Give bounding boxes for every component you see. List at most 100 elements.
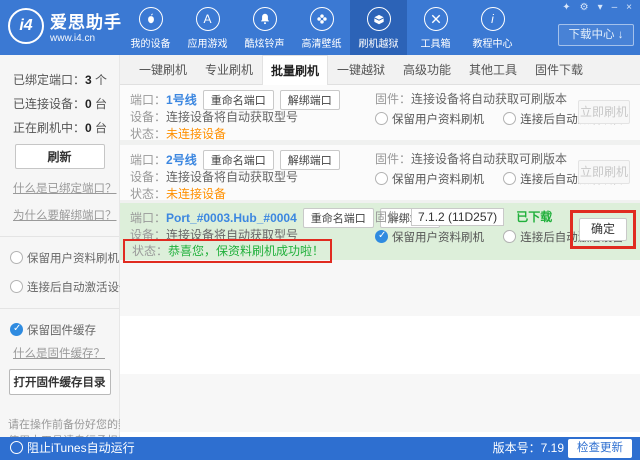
empty-port-slot (120, 260, 640, 316)
port-name: 2号线 (166, 153, 197, 167)
radio-icon[interactable] (375, 230, 388, 243)
sidebar-option-keep-data[interactable]: 保留用户资料刷机 (10, 250, 119, 266)
nav-label: 刷机越狱 (350, 35, 407, 50)
port-row-3-success: 端口：Port_#0003.Hub_#0004重命名端口解绑端口 设备：连接设备… (120, 203, 640, 260)
port-name: 1号线 (166, 93, 197, 107)
nav-label: 应用游戏 (179, 35, 236, 50)
firmware-version-box: 7.1.2 (11D257) (411, 208, 504, 226)
skin-icon[interactable]: ✦ (562, 2, 570, 14)
stat-flashing: 正在刷机中：0 台 (13, 119, 119, 136)
nav-label: 教程中心 (464, 35, 521, 50)
tab-advanced[interactable]: 高级功能 (394, 55, 460, 85)
tab-batch-flash[interactable]: 批量刷机 (262, 55, 328, 85)
statusbar: 阻止iTunes自动运行 版本号：7.19 检查更新 (0, 437, 640, 460)
nav-item-toolbox[interactable]: 工具箱 (407, 0, 464, 55)
radio-icon[interactable] (10, 441, 23, 454)
minimize-icon[interactable]: – (612, 2, 618, 14)
version-label: 版本号：7.19 (493, 437, 564, 460)
open-firmware-cache-button[interactable]: 打开固件缓存目录 (9, 369, 111, 395)
sidebar-divider (0, 236, 119, 237)
status-highlight-box: 状态：恭喜您，保资料刷机成功啦！ (123, 239, 332, 263)
sidebar: 已绑定端口：3 个 已连接设备：0 台 正在刷机中：0 台 刷新 什么是已绑定端… (0, 55, 120, 437)
rename-port-button[interactable]: 重命名端口 (203, 150, 274, 170)
tab-one-click-jailbreak[interactable]: 一键越狱 (328, 55, 394, 85)
stat-connected-devices: 已连接设备：0 台 (13, 95, 119, 112)
nav-item-my-devices[interactable]: 我的设备 (122, 0, 179, 55)
nav-item-flash-jailbreak[interactable]: 刷机越狱 (350, 0, 407, 55)
rename-port-button[interactable]: 重命名端口 (203, 90, 274, 110)
main-nav: 我的设备 A 应用游戏 酷炫铃声 高清壁纸 (122, 0, 521, 55)
help-link-unbind-ports[interactable]: 为什么要解绑端口？ (13, 207, 119, 223)
flash-now-button: 立即刷机 (578, 100, 630, 124)
port-status-success: 恭喜您，保资料刷机成功啦！ (168, 244, 324, 258)
app-logo: i4 爱思助手 www.i4.cn (8, 8, 122, 44)
port-status: 未连接设备 (166, 127, 226, 141)
radio-icon[interactable] (10, 251, 23, 264)
port-label: 端口： (130, 211, 166, 225)
block-itunes-toggle[interactable]: 阻止iTunes自动运行 (10, 437, 135, 460)
confirm-button[interactable]: 确定 (579, 218, 627, 241)
tab-firmware-download[interactable]: 固件下载 (526, 55, 592, 85)
empty-port-slot (120, 316, 640, 374)
nav-label: 酷炫铃声 (236, 35, 293, 50)
nav-item-app-games[interactable]: A 应用游戏 (179, 0, 236, 55)
radio-icon[interactable] (503, 172, 516, 185)
row-option-keep-data[interactable]: 保留用户资料刷机 (375, 232, 484, 244)
sidebar-option-keep-firmware-cache[interactable]: 保留固件缓存 (10, 322, 119, 338)
tools-icon (424, 7, 448, 31)
apple-icon (139, 7, 163, 31)
nav-label: 我的设备 (122, 35, 179, 50)
radio-icon[interactable] (503, 230, 516, 243)
close-icon[interactable]: × (626, 2, 632, 14)
radio-icon[interactable] (375, 112, 388, 125)
firmware-info: 连接设备将自动获取可刷版本 (411, 92, 567, 106)
unbind-port-button[interactable]: 解绑端口 (280, 90, 340, 110)
port-row-1: 端口：1号线重命名端口解绑端口 设备：连接设备将自动获取型号 状态：未连接设备 … (120, 85, 640, 140)
flash-tabbar: 一键刷机 专业刷机 批量刷机 一键越狱 高级功能 其他工具 固件下载 (120, 55, 640, 85)
appstore-icon: A (196, 7, 220, 31)
nav-item-wallpapers[interactable]: 高清壁纸 (293, 0, 350, 55)
radio-icon[interactable] (10, 280, 23, 293)
nav-item-tutorials[interactable]: i 教程中心 (464, 0, 521, 55)
nav-label: 工具箱 (407, 35, 464, 50)
port-list: 端口：1号线重命名端口解绑端口 设备：连接设备将自动获取型号 状态：未连接设备 … (120, 85, 640, 437)
jailbreak-icon (367, 7, 391, 31)
app-title: 爱思助手 (50, 8, 122, 33)
help-link-bound-ports[interactable]: 什么是已绑定端口？ (13, 180, 119, 196)
radio-icon[interactable] (503, 112, 516, 125)
radio-icon[interactable] (375, 172, 388, 185)
tab-other-tools[interactable]: 其他工具 (460, 55, 526, 85)
confirm-highlight-box: 确定 (570, 210, 636, 249)
download-center-button[interactable]: 下载中心 ↓ (558, 24, 634, 46)
info-icon: i (481, 7, 505, 31)
settings-icon[interactable]: ⚙ (580, 2, 589, 14)
menu-icon[interactable]: ▾ (598, 2, 603, 14)
help-link-firmware-cache[interactable]: 什么是固件缓存？ (13, 345, 119, 361)
flower-icon (310, 7, 334, 31)
radio-icon[interactable] (10, 323, 23, 336)
flash-now-button: 立即刷机 (578, 160, 630, 184)
nav-item-ringtones[interactable]: 酷炫铃声 (236, 0, 293, 55)
row-option-keep-data[interactable]: 保留用户资料刷机 (375, 174, 484, 186)
sidebar-divider (0, 308, 119, 309)
port-status: 未连接设备 (166, 187, 226, 201)
sidebar-option-auto-activate[interactable]: 连接后自动激活设备 (10, 279, 119, 295)
port-row-2: 端口：2号线重命名端口解绑端口 设备：连接设备将自动获取型号 状态：未连接设备 … (120, 145, 640, 200)
tab-pro-flash[interactable]: 专业刷机 (196, 55, 262, 85)
row-option-keep-data[interactable]: 保留用户资料刷机 (375, 114, 484, 126)
refresh-button[interactable]: 刷新 (15, 144, 105, 169)
titlebar: i4 爱思助手 www.i4.cn 我的设备 A 应用游戏 酷炫铃声 (0, 0, 640, 55)
tab-one-click-flash[interactable]: 一键刷机 (130, 55, 196, 85)
port-name: Port_#0003.Hub_#0004 (166, 211, 297, 225)
rename-port-button[interactable]: 重命名端口 (303, 208, 374, 228)
bell-icon (253, 7, 277, 31)
stat-bound-ports: 已绑定端口：3 个 (13, 71, 119, 88)
firmware-info: 连接设备将自动获取可刷版本 (411, 152, 567, 166)
app-window: i4 爱思助手 www.i4.cn 我的设备 A 应用游戏 酷炫铃声 (0, 0, 640, 460)
port-label: 端口： (130, 153, 166, 167)
check-update-button[interactable]: 检查更新 (568, 439, 632, 458)
port-stats: 已绑定端口：3 个 已连接设备：0 台 正在刷机中：0 台 (0, 55, 119, 136)
unbind-port-button[interactable]: 解绑端口 (280, 150, 340, 170)
device-info: 连接设备将自动获取型号 (166, 170, 298, 184)
empty-port-slot (120, 374, 640, 432)
